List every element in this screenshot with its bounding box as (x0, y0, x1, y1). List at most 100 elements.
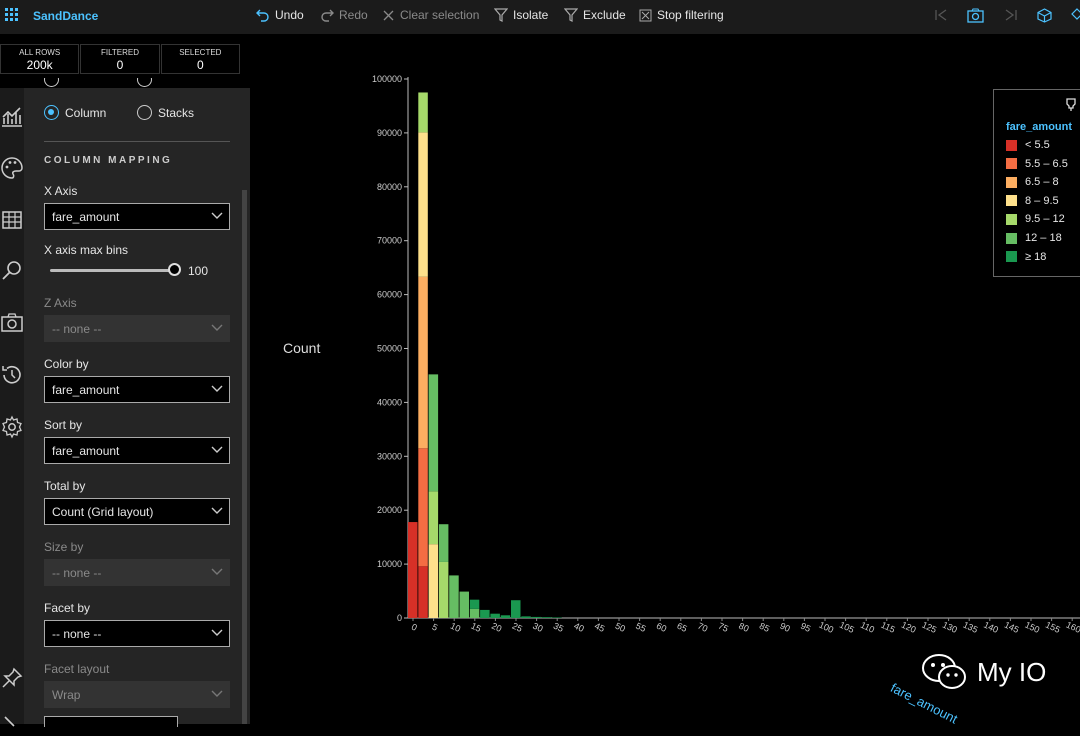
chevron-down-icon (211, 629, 223, 636)
close-icon (383, 10, 394, 20)
color-by-dropdown[interactable]: fare_amount (44, 376, 230, 403)
radio-column[interactable]: Column (44, 105, 106, 120)
redo-button[interactable]: Redo (320, 8, 368, 22)
x-tick-label: 75 (717, 621, 730, 634)
isolate-label: Isolate (513, 8, 549, 22)
search-icon[interactable] (0, 259, 24, 283)
size-by-dropdown[interactable]: -- none -- (44, 559, 230, 586)
legend-item[interactable]: 8 – 9.5 (1006, 195, 1059, 207)
camera-snapshot-icon[interactable] (0, 311, 24, 335)
radio-selected-icon (44, 105, 59, 120)
facet-layout-dropdown[interactable]: Wrap (44, 681, 230, 708)
isolate-button[interactable]: Isolate (494, 8, 548, 22)
undo-button[interactable]: Undo (256, 8, 304, 22)
chevron-down-icon (211, 324, 223, 331)
x-tick-label: 65 (675, 621, 688, 634)
partial-input[interactable] (44, 716, 178, 727)
histogram-chart[interactable]: 0 10000 20000 30000 40000 50000 60000 70000 8000… (340, 60, 1080, 660)
clear-selection-button[interactable]: Clear selection (382, 8, 479, 22)
bar-segment[interactable] (469, 608, 480, 618)
z-axis-label: Z Axis (44, 296, 77, 310)
app-title: SandDance (33, 9, 99, 23)
x-tick-label: 20 (490, 621, 503, 634)
legend-item[interactable]: ≥ 18 (1006, 251, 1046, 263)
legend-item[interactable]: 12 – 18 (1006, 232, 1062, 244)
legend-item[interactable]: 5.5 – 6.5 (1006, 158, 1068, 170)
bar-segment[interactable] (418, 566, 428, 618)
previous-snapshot-icon[interactable] (934, 8, 948, 22)
sort-by-dropdown[interactable]: fare_amount (44, 437, 230, 464)
z-axis-dropdown[interactable]: -- none -- (44, 315, 230, 342)
bar-segment[interactable] (531, 616, 542, 618)
x-axis-dropdown[interactable]: fare_amount (44, 203, 230, 230)
color-legend[interactable]: fare_amount < 5.5 5.5 – 6.5 6.5 – 8 8 – 9.5… (993, 89, 1080, 277)
x-tick-label: 15 (469, 621, 482, 634)
bar-segment[interactable] (438, 561, 449, 618)
bar-segment[interactable] (408, 522, 418, 618)
legend-label: 6.5 – 8 (1025, 176, 1059, 189)
bar-segment[interactable] (552, 617, 562, 618)
palette-icon[interactable] (0, 156, 24, 180)
facet-by-dropdown[interactable]: -- none -- (44, 620, 230, 647)
bar-segment[interactable] (490, 613, 500, 618)
legend-item[interactable]: < 5.5 (1006, 139, 1050, 151)
bar-segment[interactable] (449, 575, 459, 618)
home-view-icon[interactable] (1071, 8, 1080, 23)
y-tick-label: 60000 (377, 290, 402, 300)
total-by-dropdown[interactable]: Count (Grid layout) (44, 498, 230, 525)
radio-stacks[interactable]: Stacks (137, 105, 194, 120)
bar-segment[interactable] (521, 616, 531, 618)
bar-segment[interactable] (418, 132, 428, 277)
history-icon[interactable] (0, 363, 24, 387)
bar-segment[interactable] (459, 591, 470, 618)
legend-item[interactable]: 6.5 – 8 (1006, 176, 1059, 188)
legend-label: 5.5 – 6.5 (1025, 157, 1068, 170)
radio-partial-2[interactable] (137, 78, 152, 88)
radio-partial-1[interactable] (44, 78, 59, 88)
legend-item[interactable]: 9.5 – 12 (1006, 213, 1065, 225)
x-tick-label: 120 (900, 620, 918, 635)
top-toolbar: SandDance Undo Redo Clear selection Isol… (0, 0, 1080, 34)
exclude-button[interactable]: Exclude (564, 8, 626, 22)
redo-icon (321, 9, 334, 22)
pin-icon[interactable] (1065, 98, 1077, 112)
bar-segment[interactable] (469, 599, 480, 609)
section-title: COLUMN MAPPING (44, 155, 173, 166)
bar-segment[interactable] (418, 92, 428, 133)
camera-icon[interactable] (967, 8, 984, 23)
pin-icon[interactable] (0, 666, 24, 690)
radio-unselected-icon (137, 105, 152, 120)
next-snapshot-icon[interactable] (1004, 8, 1018, 22)
stop-filtering-button[interactable]: Stop filtering (639, 8, 724, 22)
y-tick-label: 30000 (377, 451, 402, 461)
x-tick-label: 85 (758, 621, 771, 634)
cube-view-icon[interactable] (1037, 8, 1052, 23)
bar-segment[interactable] (480, 609, 490, 618)
x-tick-label: 115 (879, 620, 896, 635)
filter-icon (494, 8, 508, 22)
bar-segment[interactable] (511, 600, 521, 618)
gear-icon[interactable] (0, 415, 24, 439)
chart-icon[interactable] (0, 104, 24, 128)
sanddance-logo-icon (5, 8, 18, 21)
legend-swatch (1006, 139, 1017, 151)
x-tick-label: 60 (655, 621, 668, 634)
stop-filtering-label: Stop filtering (657, 8, 724, 22)
filter-exclude-icon (564, 8, 578, 22)
bar-segment[interactable] (418, 448, 428, 567)
bar-segment[interactable] (428, 491, 439, 545)
bar-segment[interactable] (428, 544, 439, 618)
chevron-down-icon (211, 568, 223, 575)
panel-scrollbar[interactable] (242, 190, 247, 724)
bar-segment[interactable] (541, 617, 552, 618)
collapse-icon[interactable] (0, 712, 24, 736)
table-icon[interactable] (0, 208, 24, 232)
x-axis-label: X Axis (44, 184, 78, 198)
bar-segment[interactable] (438, 524, 449, 562)
x-max-bins-slider[interactable] (50, 269, 176, 272)
bar-segment[interactable] (418, 276, 428, 449)
bar-segment[interactable] (500, 615, 511, 618)
x-axis-value: fare_amount (52, 209, 120, 224)
slider-thumb[interactable] (168, 263, 181, 276)
bar-segment[interactable] (428, 374, 439, 492)
